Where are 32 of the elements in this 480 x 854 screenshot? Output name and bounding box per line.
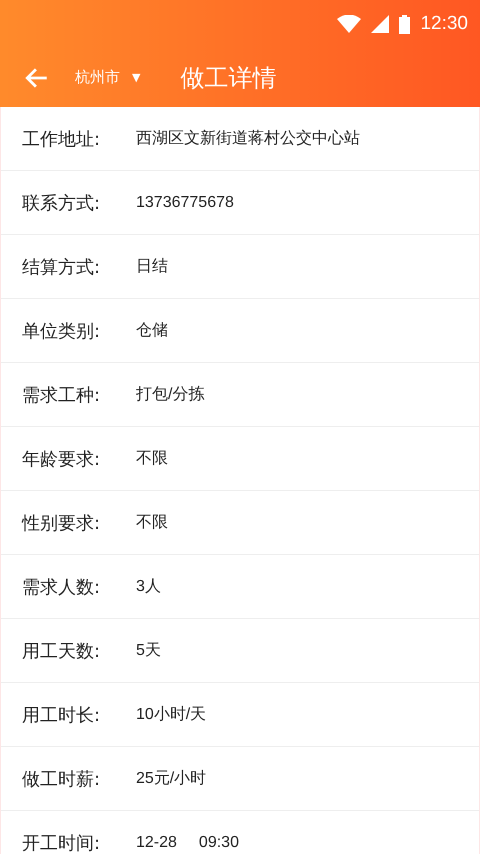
field-value: 13736775678 <box>136 194 234 212</box>
field-value: 日结 <box>136 256 168 277</box>
signal-icon <box>371 15 390 33</box>
field-value: 3人 <box>136 577 161 597</box>
field-label: 做工时薪: <box>22 768 102 790</box>
field-label: 单位类别: <box>22 320 102 342</box>
field-value: 不限 <box>136 449 168 469</box>
field-value: 10小时/天 <box>136 704 206 725</box>
dropdown-icon[interactable]: ▼ <box>132 71 140 84</box>
city-selector[interactable]: 杭州市 <box>75 68 120 87</box>
field-label: 联系方式: <box>22 192 102 214</box>
field-value: 打包/分拣 <box>136 384 204 405</box>
field-label: 开工时间: <box>22 832 102 854</box>
field-label: 结算方式: <box>22 256 102 278</box>
field-label: 需求人数: <box>22 576 102 598</box>
field-value: 不限 <box>136 513 168 533</box>
field-label: 用工天数: <box>22 640 102 662</box>
status-time: 12:30 <box>420 13 468 35</box>
field-label: 性别要求: <box>22 512 102 534</box>
field-label: 工作地址: <box>22 128 102 150</box>
field-label: 年龄要求: <box>22 448 102 470</box>
field-value: 12-28 <box>136 834 177 852</box>
field-value: 25元/小时 <box>136 768 206 789</box>
field-value: 仓储 <box>136 321 168 341</box>
battery-icon <box>399 14 410 34</box>
wifi-icon <box>337 15 362 33</box>
field-value: 09:30 <box>198 834 239 852</box>
page-title: 做工详情 <box>180 62 276 94</box>
field-value: 西湖区文新街道蒋村公交中心站 <box>136 128 360 149</box>
field-value: 5天 <box>136 641 161 661</box>
field-label: 用工时长: <box>22 704 102 726</box>
field-label: 需求工种: <box>22 384 102 406</box>
